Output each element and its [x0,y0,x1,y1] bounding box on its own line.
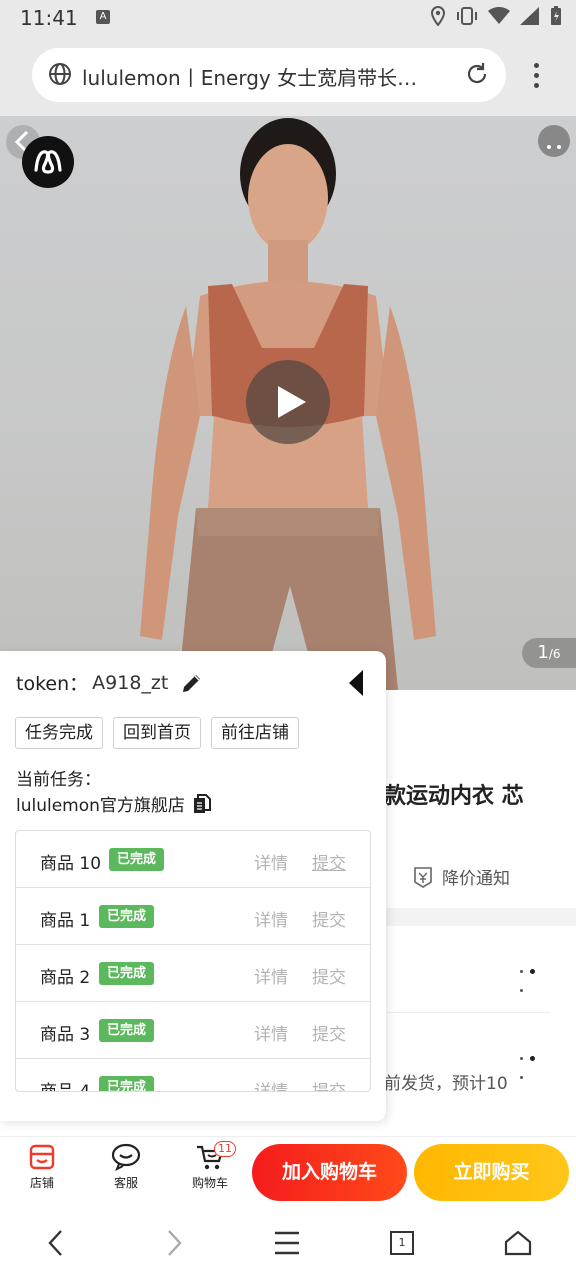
shop-button[interactable]: 店铺 [12,1143,72,1191]
task-name: 商品 2 [40,968,91,988]
token-value: A918_zt [92,671,169,694]
task-row: 商品 4 已完成 详情 提交 [16,1059,370,1092]
current-task-shop-name: lululemon官方旗舰店 [16,796,185,816]
product-title: 款运动内衣 芯 [384,784,524,809]
tabs-button[interactable]: 1 [390,1231,414,1255]
cart-label: 购物车 [191,1176,228,1190]
keyboard-notification-icon: A [96,10,110,24]
token-row: token： A918_zt [16,669,204,696]
task-action-buttons: 任务完成 回到首页 前往店铺 [15,717,299,749]
globe-icon [49,63,71,85]
status-badge: 已完成 [99,1019,155,1042]
token-label: token： [16,673,89,695]
task-list: 商品 10 已完成 详情 提交 商品 1 已完成 详情 提交 商品 2 已完成 … [15,830,371,1092]
task-row: 商品 3 已完成 详情 提交 [16,1002,370,1059]
back-home-button[interactable]: 回到首页 [113,717,201,749]
task-complete-button[interactable]: 任务完成 [15,717,103,749]
current-task-shop: lululemon官方旗舰店 [16,791,211,816]
copy-icon[interactable] [193,793,211,814]
customer-service-button[interactable]: 客服 [96,1143,156,1191]
product-gallery[interactable]: 1/6 [0,116,576,690]
status-badge: 已完成 [99,962,155,985]
signal-icon [520,7,539,25]
price-tag-icon [414,866,432,888]
task-row: 商品 10 已完成 详情 提交 [16,831,370,888]
divider [384,1012,550,1013]
task-row: 商品 2 已完成 详情 提交 [16,945,370,1002]
detail-link[interactable]: 详情 [254,1020,288,1045]
status-badge: 已完成 [99,1076,155,1091]
go-to-shop-button[interactable]: 前往店铺 [211,717,299,749]
location-icon [430,6,446,26]
browser-menu-icon[interactable] [526,60,546,90]
submit-link[interactable]: 提交 [312,1077,346,1091]
add-to-cart-button[interactable]: 加入购物车 [252,1144,407,1201]
more-options-icon[interactable] [538,125,570,157]
pencil-icon[interactable] [180,671,204,695]
price-alert-button[interactable]: 降价通知 [412,864,510,889]
buy-now-button[interactable]: 立即购买 [414,1144,569,1201]
task-panel: token： A918_zt 任务完成 回到首页 前往店铺 当前任务： lulu… [0,651,386,1121]
gallery-page-indicator: 1/6 [522,638,576,668]
task-name: 商品 10 [40,854,102,874]
wifi-icon [488,7,510,24]
status-badge: 已完成 [109,848,165,871]
chat-icon [111,1143,141,1171]
detail-link[interactable]: 详情 [254,963,288,988]
forward-icon[interactable] [164,1228,184,1258]
url-title: lululemon丨Energy 女士宽肩带长… [82,66,418,90]
detail-link[interactable]: 详情 [254,849,288,874]
detail-link[interactable]: 详情 [254,906,288,931]
submit-link[interactable]: 提交 [312,963,346,988]
submit-link[interactable]: 提交 [312,1020,346,1045]
status-icons [430,6,562,26]
cart-button[interactable]: 购物车 11 [180,1141,240,1191]
lululemon-logo [22,136,74,188]
vibrate-icon [457,7,477,25]
service-label: 客服 [113,1176,138,1190]
status-time: 11:41 [20,6,78,30]
submit-link[interactable]: 提交 [312,906,346,931]
browser-toolbar: lululemon丨Energy 女士宽肩带长… [0,36,576,116]
collapse-panel-icon[interactable] [346,668,366,698]
browser-nav-bar: 1 [0,1206,576,1280]
address-bar[interactable]: lululemon丨Energy 女士宽肩带长… [32,48,506,102]
task-name: 商品 4 [40,1082,91,1092]
home-icon[interactable] [504,1230,532,1256]
play-icon [278,386,306,418]
status-bar: 11:41 A [0,0,576,36]
submit-link[interactable]: 提交 [312,849,346,874]
detail-link[interactable]: 详情 [254,1077,288,1091]
back-icon[interactable] [46,1228,66,1258]
tab-count: 1 [390,1231,414,1255]
menu-icon[interactable] [274,1230,300,1256]
current-task-label: 当前任务： [16,770,101,790]
cart-count-badge: 11 [214,1141,236,1157]
task-row: 商品 1 已完成 详情 提交 [16,888,370,945]
battery-icon [551,6,561,25]
task-name: 商品 3 [40,1025,91,1045]
task-name: 商品 1 [40,911,91,931]
product-action-bar: 店铺 客服 购物车 11 加入购物车 立即购买 [0,1136,576,1206]
status-badge: 已完成 [99,905,155,928]
more-dots-icon[interactable] [520,961,550,992]
shipping-info: 前发货，预计10 [384,1074,508,1094]
reload-icon[interactable] [464,61,490,87]
shop-label: 店铺 [29,1176,54,1190]
shop-icon [29,1144,55,1170]
play-video-button[interactable] [246,360,330,444]
more-dots-icon[interactable] [520,1048,550,1079]
